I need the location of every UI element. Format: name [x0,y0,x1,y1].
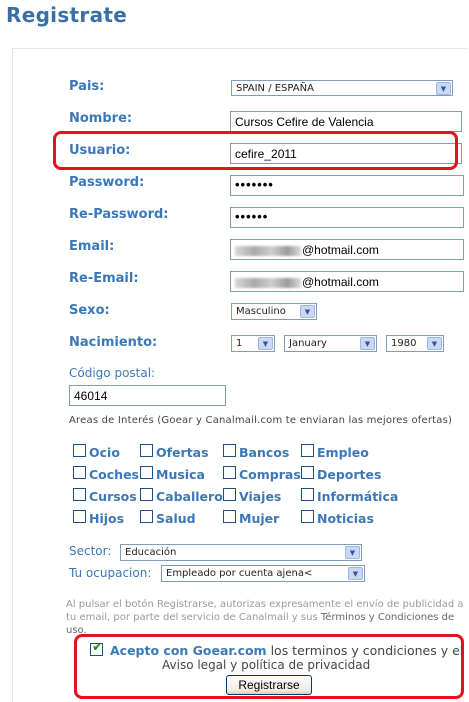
sector-select[interactable]: Educación ▼ [120,544,362,561]
chevron-down-icon: ▼ [300,305,315,318]
password-input[interactable]: ••••••• [230,175,464,196]
checkbox-label: Hijos [89,511,125,526]
checkbox-caballero[interactable] [140,488,153,501]
checkbox-ofertas[interactable] [140,444,153,457]
redacted-text [235,245,301,256]
checkbox-label: Ocio [89,445,120,460]
checkbox-mujer[interactable] [223,510,236,523]
checkbox-salud[interactable] [140,510,153,523]
email-label: Email: [69,239,115,254]
checkbox-coches[interactable] [73,466,86,479]
checkbox-label: Bancos [239,445,290,460]
codigo-postal-label: Código postal: [69,366,156,380]
checkbox-hijos[interactable] [73,510,86,523]
repassword-label: Re-Password: [69,207,169,222]
sector-label: Sector: [69,544,112,558]
email-input[interactable]: @hotmail.com [230,239,464,260]
chevron-down-icon: ▼ [258,337,273,350]
pais-select[interactable]: SPAIN / ESPAÑA ▼ [231,80,453,96]
email-suffix: @hotmail.com [302,243,379,257]
chevron-down-icon: ▼ [345,546,360,559]
nombre-label: Nombre: [69,111,133,126]
checkbox-musica[interactable] [140,466,153,479]
accept-text: Acepto con Goear.com los terminos y cond… [110,643,463,658]
pais-select-value: SPAIN / ESPAÑA [236,83,314,94]
checkbox-compras[interactable] [223,466,236,479]
accept-brand: Acepto con Goear.com [110,643,267,658]
nacimiento-label: Nacimiento: [69,335,158,350]
privacy-link[interactable]: Aviso legal y política de privacidad [162,658,370,672]
chevron-down-icon: ▼ [427,337,442,350]
sexo-select[interactable]: Masculino ▼ [231,303,317,320]
checkbox-label: Cursos [89,489,137,504]
password-label: Password: [69,175,145,190]
sector-select-value: Educación [125,547,177,558]
checkbox-ocio[interactable] [73,444,86,457]
legal-text: Al pulsar el botón Registrarse, autoriza… [66,598,466,637]
ocupacion-select-value: Empleado por cuenta ajena< [166,568,313,579]
reemail-suffix: @hotmail.com [302,275,379,289]
usuario-highlight [53,131,458,170]
checkbox-viajes[interactable] [223,488,236,501]
checkbox-label: Noticias [317,511,374,526]
accept-terms: los terminos y condiciones y el [270,643,464,658]
codigo-postal-input[interactable]: 46014 [69,385,226,406]
checkbox-label: Mujer [239,511,280,526]
checkbox-label: Coches [89,467,139,482]
checkbox-label: Caballero [156,489,223,504]
birth-month-select[interactable]: January ▼ [284,335,377,352]
reemail-input[interactable]: @hotmail.com [230,271,464,292]
checkbox-label: Empleo [317,445,369,460]
checkbox-label: Compras [239,467,301,482]
pais-label: Pais: [69,79,105,94]
checkbox-label: Deportes [317,467,382,482]
checkbox-deportes[interactable] [301,466,314,479]
checkbox-empleo[interactable] [301,444,314,457]
birth-year-value: 1980 [391,338,417,349]
chevron-down-icon: ▼ [360,337,375,350]
chevron-down-icon: ▼ [436,82,451,95]
checkbox-label: Informática [317,489,399,504]
birth-month-value: January [289,338,327,349]
register-button[interactable]: Registrarse [226,675,312,695]
checkbox-label: Musica [156,467,205,482]
ocupacion-select[interactable]: Empleado por cuenta ajena< ▼ [161,565,365,582]
ocupacion-label: Tu ocupacion: [69,566,152,580]
page-title: Registrate [6,3,128,27]
birth-day-select[interactable]: 1 ▼ [231,335,275,352]
checkbox-informatica[interactable] [301,488,314,501]
interests-note: Areas de Interés (Goear y Canalmail.com … [69,415,453,426]
sexo-select-value: Masculino [236,306,286,317]
checkbox-label: Salud [156,511,196,526]
nombre-input[interactable]: Cursos Cefire de Valencia [230,111,462,132]
checkbox-bancos[interactable] [223,444,236,457]
chevron-down-icon: ▼ [348,567,363,580]
reemail-label: Re-Email: [69,271,139,286]
check-icon: ✔ [92,640,103,655]
accept-checkbox[interactable]: ✔ [90,640,103,656]
checkbox-cursos[interactable] [73,488,86,501]
sexo-label: Sexo: [69,303,110,318]
checkbox-label: Viajes [239,489,282,504]
birth-year-select[interactable]: 1980 ▼ [386,335,444,352]
redacted-text [235,277,301,288]
checkbox-label: Ofertas [156,445,209,460]
birth-day-value: 1 [236,338,243,349]
checkbox-noticias[interactable] [301,510,314,523]
repassword-input[interactable]: •••••• [230,207,464,228]
